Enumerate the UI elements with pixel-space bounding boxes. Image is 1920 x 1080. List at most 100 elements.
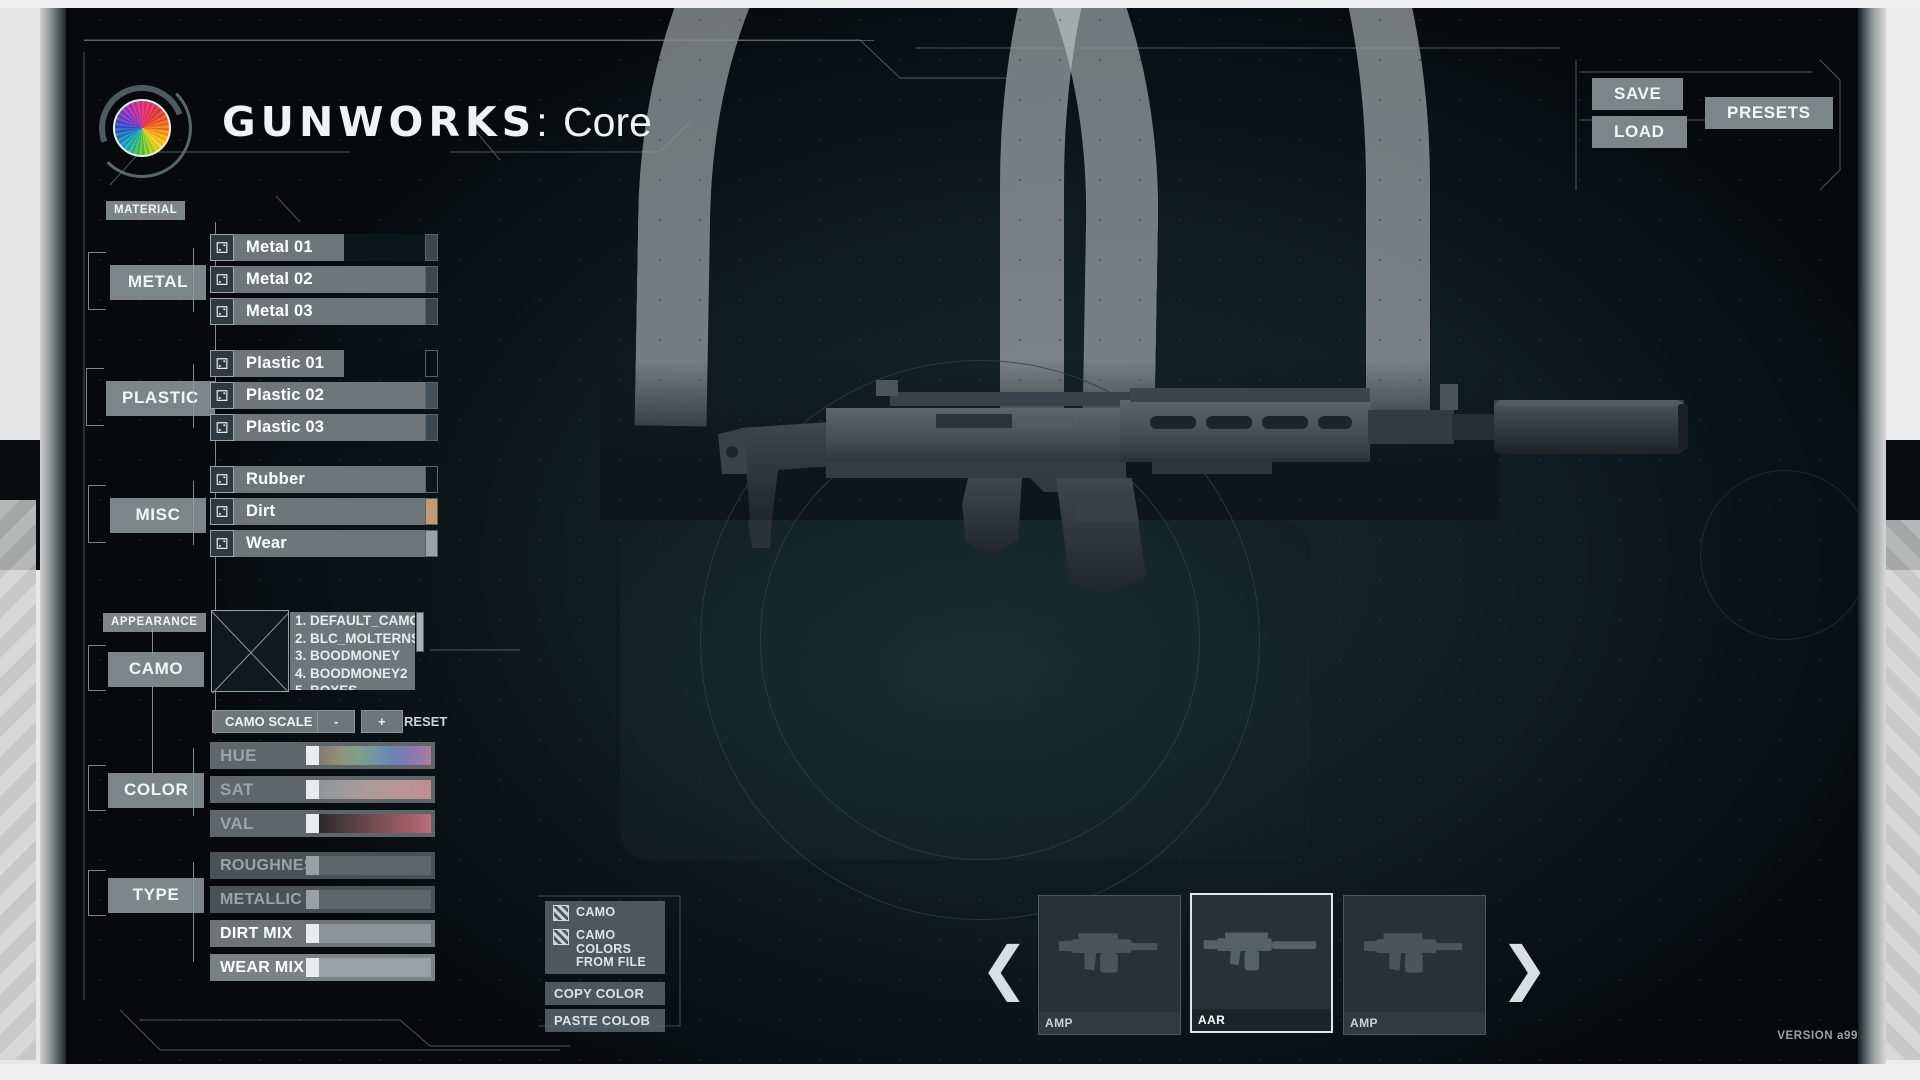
camo-list-item[interactable]: 3. BOODMONEY [290,647,415,665]
material-color-swatch[interactable] [425,382,438,409]
load-button-label: LOAD [1592,116,1687,148]
slider-sat-knob[interactable] [306,780,319,799]
slider-wear-mix[interactable]: WEAR MIX [210,954,435,981]
camo-list[interactable]: 1. DEFAULT_CAMO 2. BLC_MOLTERNSH. 3. BOO… [290,612,415,690]
material-color-swatch[interactable] [425,298,438,325]
gallery-prev-button[interactable]: ❮ [980,940,1029,998]
material-group-metal-label: METAL [110,265,206,300]
material-row-wear[interactable]: ⚁ Wear [210,530,438,557]
gallery-next-button[interactable]: ❯ [1500,940,1549,998]
presets-button[interactable]: PRESETS [1705,97,1833,129]
material-color-swatch[interactable] [425,266,438,293]
material-row-plastic-02[interactable]: ⚁ Plastic 02 [210,382,438,409]
material-group-metal[interactable]: METAL [110,265,206,300]
slider-sat-track[interactable] [306,780,431,799]
material-row-metal-02[interactable]: ⚁ Metal 02 [210,266,438,293]
app-logo [84,70,200,186]
page-title: GUNWORKS: Core [222,98,652,146]
dice-icon[interactable]: ⚁ [210,530,234,557]
gallery-item-3[interactable]: AMP [1343,895,1486,1035]
slider-roughness-track[interactable] [306,856,431,875]
slider-sat[interactable]: SAT [210,776,435,803]
slider-val[interactable]: VAL [210,810,435,837]
camo-scale-label: CAMO SCALE [212,710,326,733]
slider-dirt-mix[interactable]: DIRT MIX [210,920,435,947]
material-row-metal-03[interactable]: ⚁ Metal 03 [210,298,438,325]
slider-wear-mix-knob[interactable] [306,958,319,977]
slider-metallic-track[interactable] [306,890,431,909]
material-color-swatch[interactable] [425,234,438,261]
material-row-plastic-01[interactable]: ⚁ Plastic 01 [210,350,438,377]
gallery-item-2[interactable]: AAR [1190,893,1333,1033]
material-group-plastic-label: PLASTIC [106,381,215,416]
material-group-plastic[interactable]: PLASTIC [106,381,215,416]
material-color-swatch[interactable] [425,498,438,525]
camo-list-scrollbar[interactable] [416,612,424,652]
chevron-bracket-plastic-icon [86,368,104,426]
material-row-metal-01[interactable]: ⚁ Metal 01 [210,234,438,261]
material-row-label: Plastic 03 [234,414,425,441]
slider-metallic-label: METALLIC [220,890,303,908]
dice-icon[interactable]: ⚁ [210,298,234,325]
menu-gap [545,974,665,982]
copy-color-button[interactable]: COPY COLOR [545,981,665,1005]
camo-list-item[interactable]: 2. BLC_MOLTERNSH. [290,630,415,648]
dice-icon[interactable]: ⚁ [210,234,234,261]
material-color-swatch[interactable] [425,466,438,493]
camo-list-item[interactable]: 4. BOODMONEY2 [290,665,415,683]
slider-roughness[interactable]: ROUGHNESS [210,852,435,879]
slider-hue-knob[interactable] [306,746,319,765]
appearance-group-color[interactable]: COLOR [108,773,205,808]
gallery-item-3-caption: AMP [1344,1012,1485,1034]
appearance-group-camo[interactable]: CAMO [108,652,204,687]
camo-scale-reset-button[interactable]: RESET [391,710,460,733]
camo-colors-from-file-row[interactable]: CAMO COLORS FROM FILE [545,925,665,974]
material-row-label: Metal 02 [234,266,425,293]
slider-dirt-mix-knob[interactable] [306,924,319,943]
slider-dirt-mix-track[interactable] [306,924,431,943]
material-color-swatch[interactable] [425,414,438,441]
dice-icon[interactable]: ⚁ [210,350,234,377]
gallery-item-1[interactable]: AMP [1038,895,1181,1035]
slider-hue-track[interactable] [306,746,431,765]
gallery-item-1-image [1058,933,1158,973]
slider-roughness-label: ROUGHNESS [220,856,326,874]
camo-colors-from-file-line2: FROM FILE [576,955,647,969]
dice-icon[interactable]: ⚁ [210,498,234,525]
material-color-swatch[interactable] [425,350,438,377]
gallery-item-2-caption: AAR [1192,1009,1331,1031]
slider-metallic[interactable]: METALLIC [210,886,435,913]
camo-checkbox-row[interactable]: CAMO [545,901,665,925]
load-button[interactable]: LOAD [1592,116,1687,148]
slider-val-knob[interactable] [306,814,319,833]
camo-preview-thumbnail[interactable] [211,610,289,692]
material-row-dirt[interactable]: ⚁ Dirt [210,498,438,525]
slider-metallic-knob[interactable] [306,890,319,909]
dice-icon[interactable]: ⚁ [210,382,234,409]
slider-hue[interactable]: HUE [210,742,435,769]
presets-button-label: PRESETS [1705,97,1833,129]
material-color-swatch[interactable] [425,530,438,557]
window-frame-top [0,0,1920,8]
camo-list-item[interactable]: 5. BOXES [290,682,415,690]
slider-hue-label: HUE [220,745,257,765]
weapon-preview[interactable] [700,370,1720,670]
save-button[interactable]: SAVE [1592,78,1684,110]
dice-icon[interactable]: ⚁ [210,266,234,293]
slider-val-track[interactable] [306,814,431,833]
camo-checkbox-icon[interactable] [553,905,569,921]
camo-colors-from-file-checkbox-icon[interactable] [553,929,569,945]
camo-scale-decrease-button[interactable]: - [317,710,356,733]
paste-color-button[interactable]: PASTE COLOB [545,1008,665,1032]
material-group-misc[interactable]: MISC [110,498,206,533]
gallery-item-2-image [1203,932,1317,971]
slider-roughness-knob[interactable] [306,856,319,875]
slider-wear-mix-track[interactable] [306,958,431,977]
appearance-group-type[interactable]: TYPE [108,878,204,913]
camo-list-item[interactable]: 1. DEFAULT_CAMO [290,612,415,630]
dice-icon[interactable]: ⚁ [210,414,234,441]
material-row-rubber[interactable]: ⚁ Rubber [210,466,438,493]
material-section-label: MATERIAL [106,200,186,220]
dice-icon[interactable]: ⚁ [210,466,234,493]
material-row-plastic-03[interactable]: ⚁ Plastic 03 [210,414,438,441]
